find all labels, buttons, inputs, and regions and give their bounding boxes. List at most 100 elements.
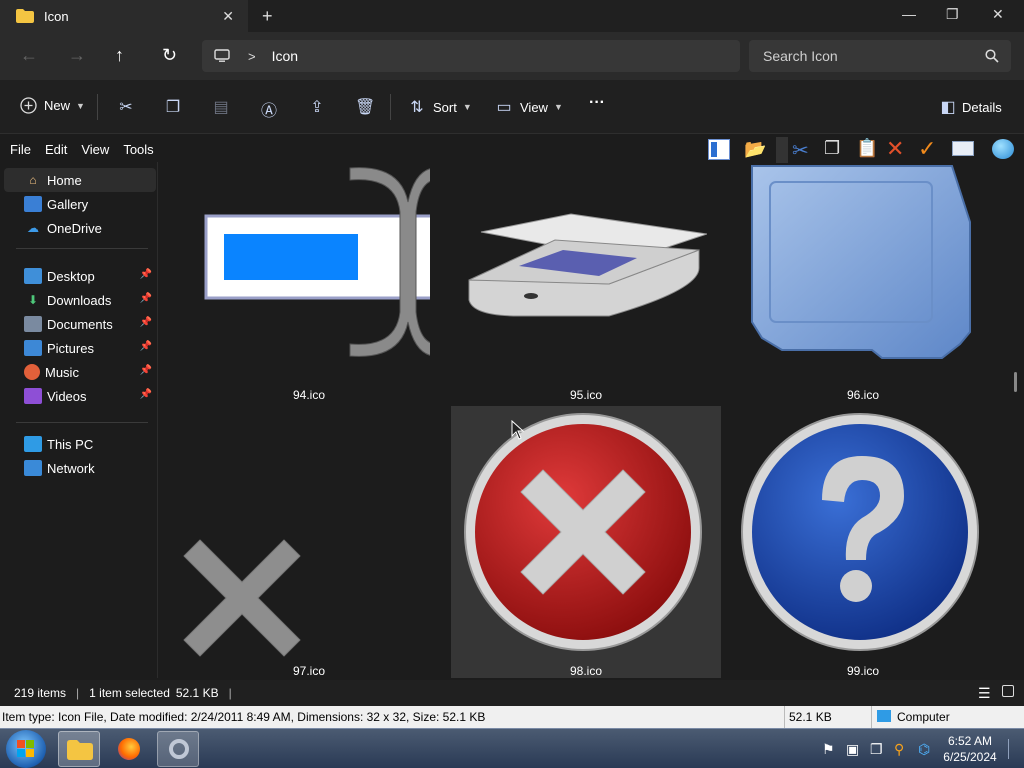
taskbar-settings[interactable] <box>157 731 199 767</box>
paste-icon[interactable]: 📋 <box>856 138 878 159</box>
file-tile[interactable]: 97.ico <box>174 406 444 678</box>
sidebar-item-downloads[interactable]: ⬇ Downloads 📌 <box>4 288 156 312</box>
sidebar-item-home[interactable]: ⌂ Home <box>4 168 156 192</box>
sidebar-item-gallery[interactable]: Gallery <box>4 192 156 216</box>
pin-icon[interactable]: 📌 <box>140 293 152 304</box>
refresh-button[interactable]: ↻ <box>162 45 177 66</box>
taskbar: ⚑ ▣ ❐ ⚲ ⌬ 6:52 AM 6/25/2024 <box>0 728 1024 768</box>
sort-label: Sort <box>433 99 457 115</box>
action-center-icon[interactable]: ⚑ <box>822 741 835 758</box>
sidebar-item-music[interactable]: Music 📌 <box>4 360 156 384</box>
tiles-view-icon[interactable] <box>1002 685 1014 697</box>
title-bar: Icon ✕ + — ❐ ✕ <box>0 0 1024 32</box>
chevron-down-icon: ▼ <box>462 102 472 112</box>
share-button[interactable]: ⇪ <box>307 97 327 117</box>
up-button[interactable]: ↑ <box>115 45 124 66</box>
preview-pane-icon[interactable] <box>708 139 730 160</box>
forward-button[interactable]: → <box>68 45 86 66</box>
mouse-pointer-icon <box>511 420 525 440</box>
tab-icon[interactable]: Icon ✕ <box>0 0 248 32</box>
error-icon <box>464 413 702 651</box>
details-view-icon[interactable]: ☰ <box>978 685 991 702</box>
paste-button[interactable]: ▤ <box>211 97 231 117</box>
file-tile[interactable]: 94.ico <box>174 162 444 402</box>
more-options-button[interactable]: ··· <box>589 94 605 112</box>
pin-icon[interactable]: 📌 <box>140 341 152 352</box>
delete-x-icon[interactable]: ✕ <box>886 136 904 162</box>
taskbar-explorer[interactable] <box>58 731 100 767</box>
divider <box>16 422 148 423</box>
divider: | <box>228 686 232 700</box>
menu-edit[interactable]: Edit <box>39 136 75 162</box>
folder-icon <box>16 9 34 23</box>
pin-icon[interactable]: 📌 <box>140 365 152 376</box>
clock-date: 6/25/2024 <box>943 750 997 764</box>
item-info: Item type: Icon File, Date modified: 2/2… <box>2 710 486 724</box>
details-button[interactable]: ◧ Details <box>938 97 1001 117</box>
sidebar-item-network[interactable]: Network <box>4 456 156 480</box>
maximize-button[interactable]: ❐ <box>946 6 959 23</box>
new-tab-button[interactable]: + <box>262 6 273 27</box>
sidebar-item-onedrive[interactable]: ☁ OneDrive <box>4 216 156 240</box>
menu-view[interactable]: View <box>75 136 117 162</box>
new-label: New <box>44 98 71 113</box>
item-count: 219 items <box>14 686 67 700</box>
checkmark-icon[interactable]: ✓ <box>918 136 936 162</box>
menu-tools[interactable]: Tools <box>117 136 161 162</box>
sidebar-item-videos[interactable]: Videos 📌 <box>4 384 156 408</box>
pin-icon[interactable]: 📌 <box>140 269 152 280</box>
keyboard-icon[interactable] <box>952 141 974 156</box>
details-status-bar: Item type: Icon File, Date modified: 2/2… <box>0 706 1024 728</box>
clock[interactable]: 6:52 AM 6/25/2024 <box>940 733 1000 765</box>
copy-button[interactable]: ❐ <box>163 97 183 117</box>
sidebar-item-desktop[interactable]: Desktop 📌 <box>4 264 156 288</box>
search-input[interactable]: Search Icon <box>749 40 1011 72</box>
divider <box>390 94 391 120</box>
menu-file[interactable]: File <box>0 136 39 162</box>
globe-icon[interactable] <box>992 139 1014 159</box>
scanner-icon <box>468 213 707 317</box>
delete-button[interactable]: 🗑 <box>355 97 375 117</box>
sort-button[interactable]: ⇅ Sort ▼ <box>407 97 472 117</box>
address-bar[interactable]: > Icon <box>202 40 740 72</box>
windows-logo-icon <box>17 740 25 748</box>
breadcrumb-separator[interactable]: > <box>248 49 256 64</box>
show-desktop-button[interactable] <box>1008 739 1016 759</box>
rename-button[interactable]: Ⓐ <box>259 97 279 121</box>
start-button[interactable] <box>6 730 46 768</box>
folder-options-icon[interactable]: 📂 <box>744 139 766 160</box>
taskbar-firefox[interactable] <box>108 731 150 767</box>
display-icon[interactable]: ▣ <box>846 741 859 758</box>
network-icon <box>24 460 42 476</box>
network-tray-icon[interactable]: ⌬ <box>918 741 930 758</box>
file-tile-selected[interactable]: 98.ico <box>451 406 721 678</box>
windows-logo-icon <box>26 740 34 748</box>
search-tray-icon[interactable]: ⚲ <box>894 741 904 758</box>
divider <box>784 706 785 728</box>
file-tile[interactable]: 95.ico <box>451 162 721 402</box>
view-button[interactable]: ▭ View ▼ <box>494 97 562 117</box>
sidebar-item-this-pc[interactable]: This PC <box>4 432 156 456</box>
back-button[interactable]: ← <box>20 45 38 66</box>
chevron-down-icon: ▼ <box>76 100 85 111</box>
close-window-button[interactable]: ✕ <box>992 6 1004 23</box>
file-tile[interactable]: 96.ico <box>728 162 998 402</box>
tab-close-button[interactable]: ✕ <box>222 8 234 25</box>
breadcrumb-icon[interactable]: Icon <box>272 48 298 64</box>
file-tile[interactable]: 99.ico <box>728 406 998 678</box>
sidebar-item-documents[interactable]: Documents 📌 <box>4 312 156 336</box>
pin-icon[interactable]: 📌 <box>140 389 152 400</box>
cut-button[interactable]: ✂ <box>116 97 136 117</box>
file-name: 99.ico <box>846 664 880 678</box>
copy-icon[interactable]: ❐ <box>824 138 840 159</box>
windows-icon[interactable]: ❐ <box>870 741 883 758</box>
new-button[interactable]: New ▼ <box>20 97 85 114</box>
sidebar-item-pictures[interactable]: Pictures 📌 <box>4 336 156 360</box>
pin-icon[interactable]: 📌 <box>140 317 152 328</box>
firefox-icon <box>118 738 140 760</box>
minimize-button[interactable]: — <box>902 6 916 22</box>
text-cursor-icon <box>204 167 430 357</box>
cut-icon[interactable]: ✂ <box>792 138 809 163</box>
sidebar-item-label: Desktop <box>47 268 95 284</box>
scrollbar-thumb[interactable] <box>1014 372 1017 392</box>
